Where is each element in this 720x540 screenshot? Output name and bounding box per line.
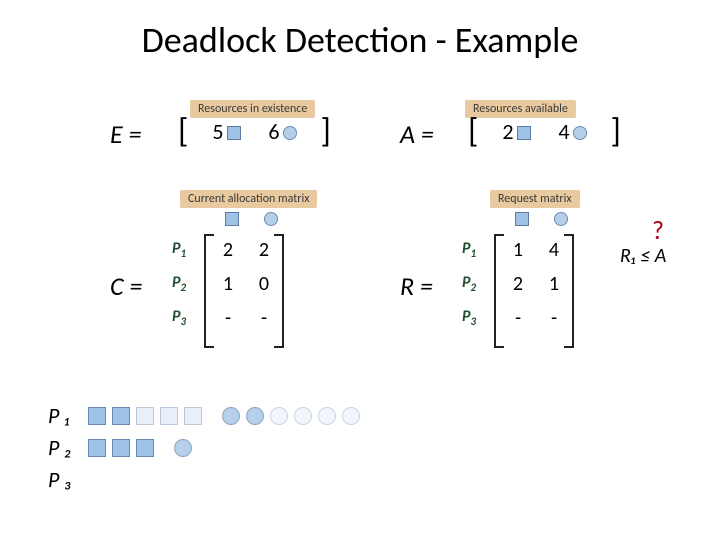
- R-1-2: 4: [536, 238, 572, 262]
- C-col-headers: [222, 212, 278, 226]
- R-row-p1: P1: [462, 239, 488, 260]
- square-icon: [160, 407, 178, 425]
- E-label: E =: [110, 118, 142, 150]
- E-val-1: 5: [208, 118, 244, 145]
- R-1-1: 1: [500, 238, 536, 262]
- C-matrix: P1 2 2 P2 1 0 P3 - -: [172, 238, 294, 330]
- bracket-right: ]: [320, 120, 330, 144]
- label-resources-existence: Resources in existence: [190, 100, 315, 118]
- C-1-2: 2: [246, 238, 282, 262]
- E-val-2: 6: [264, 118, 300, 145]
- square-icon: [112, 439, 130, 457]
- label-alloc-matrix: Current allocation matrix: [180, 190, 317, 208]
- circle-icon: [246, 407, 264, 425]
- proc-label-p3: P ₃: [48, 466, 82, 493]
- R-2-2: 1: [536, 272, 572, 296]
- square-icon: [136, 407, 154, 425]
- bracket-right: ]: [610, 120, 620, 144]
- circle-icon: [554, 212, 568, 226]
- square-icon: [88, 407, 106, 425]
- C-row-p1: P1: [172, 239, 198, 260]
- C-3-1: -: [210, 306, 246, 330]
- circle-icon: [318, 407, 336, 425]
- C-row-p2: P2: [172, 273, 198, 294]
- label-request-matrix: Request matrix: [490, 190, 580, 208]
- proc-label-p1: P ₁: [48, 402, 82, 429]
- C-label: C =: [110, 270, 142, 302]
- circle-icon: [342, 407, 360, 425]
- C-2-2: 0: [246, 272, 282, 296]
- square-icon: [225, 212, 239, 226]
- proc-row-p1: P ₁: [48, 402, 360, 429]
- bracket-left: [: [178, 120, 188, 144]
- circle-icon: [573, 126, 587, 140]
- C-2-1: 1: [210, 272, 246, 296]
- square-icon: [184, 407, 202, 425]
- A-val-2: 4: [554, 118, 590, 145]
- R-2-1: 2: [500, 272, 536, 296]
- circle-icon: [264, 212, 278, 226]
- slide-title: Deadlock Detection - Example: [0, 0, 720, 62]
- label-resources-available: Resources available: [465, 100, 576, 118]
- square-icon: [136, 439, 154, 457]
- square-icon: [112, 407, 130, 425]
- E-vector: [ 5 6 ]: [178, 118, 331, 145]
- circle-icon: [294, 407, 312, 425]
- R-label: R =: [400, 270, 433, 302]
- A-label: A =: [400, 118, 434, 150]
- R-row-p3: P3: [462, 307, 488, 328]
- square-icon: [515, 212, 529, 226]
- bracket-left: [: [468, 120, 478, 144]
- R-row-p2: P2: [462, 273, 488, 294]
- circle-icon: [174, 439, 192, 457]
- proc-row-p3: P ₃: [48, 466, 82, 493]
- circle-icon: [283, 126, 297, 140]
- C-1-1: 2: [210, 238, 246, 262]
- square-icon: [88, 439, 106, 457]
- R-matrix: P1 1 4 P2 2 1 P3 - -: [462, 238, 584, 330]
- R-3-2: -: [536, 306, 572, 330]
- question-mark: ?: [652, 214, 664, 246]
- circle-icon: [222, 407, 240, 425]
- R-col-headers: [512, 212, 568, 226]
- A-val-1: 2: [498, 118, 534, 145]
- proc-label-p2: P ₂: [48, 434, 82, 461]
- C-3-2: -: [246, 306, 282, 330]
- circle-icon: [270, 407, 288, 425]
- proc-row-p2: P ₂: [48, 434, 192, 461]
- C-row-p3: P3: [172, 307, 198, 328]
- square-icon: [227, 126, 241, 140]
- R-3-1: -: [500, 306, 536, 330]
- square-icon: [517, 126, 531, 140]
- check-expr: R₁ ≤ A: [620, 244, 666, 268]
- A-vector: [ 2 4 ]: [468, 118, 621, 145]
